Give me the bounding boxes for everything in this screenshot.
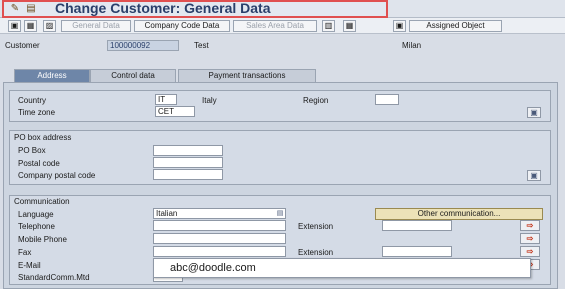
tab-control-data[interactable]: Control data — [90, 69, 176, 82]
mobile-phone-label: Mobile Phone — [18, 235, 67, 244]
language-label: Language — [18, 210, 54, 219]
email-field[interactable]: abc@doodle.com — [153, 258, 531, 278]
telephone-field[interactable] — [153, 220, 286, 231]
email-label: E-Mail — [18, 261, 41, 270]
detail-icon[interactable]: ▨ — [43, 20, 56, 32]
general-data-button[interactable]: General Data — [61, 20, 131, 32]
arrow-icon[interactable]: ⇨ — [520, 246, 540, 257]
region-field[interactable] — [375, 94, 399, 105]
assigned-object-button[interactable]: Assigned Object — [409, 20, 502, 32]
country-name: Italy — [202, 96, 217, 105]
country-label: Country — [18, 96, 47, 105]
sales-area-data-button[interactable]: Sales Area Data — [233, 20, 317, 32]
postal-code-field[interactable] — [153, 157, 223, 168]
save-icon[interactable]: ▣ — [8, 20, 21, 32]
mobile-phone-field[interactable] — [153, 233, 286, 244]
arrow-icon[interactable]: ⇨ — [520, 233, 540, 244]
country-field[interactable]: IT — [155, 94, 177, 105]
other-communication-button[interactable]: Other communication... — [375, 208, 543, 220]
customer-label: Customer — [5, 41, 40, 50]
other-object-icon[interactable]: ▤ — [24, 3, 38, 14]
page-title: Change Customer: General Data — [55, 0, 271, 16]
po-box-group-title: PO box address — [14, 133, 72, 142]
customer-city: Milan — [402, 41, 422, 50]
po-box-field[interactable] — [153, 145, 223, 156]
arrow-icon[interactable]: ⇨ — [520, 220, 540, 231]
additional-data-icon[interactable]: ▦ — [343, 20, 356, 32]
language-field[interactable]: Italian — [153, 208, 286, 219]
time-zone-label: Time zone — [18, 108, 56, 117]
company-postal-code-field[interactable] — [153, 169, 223, 180]
company-code-data-button[interactable]: Company Code Data — [134, 20, 230, 32]
select-icon[interactable]: ▤ — [275, 209, 285, 218]
tab-payment-transactions[interactable]: Payment transactions — [178, 69, 316, 82]
extension-label: Extension — [298, 222, 334, 231]
fax-extension-label: Extension — [298, 248, 334, 257]
company-postal-code-label: Company postal code — [18, 171, 96, 180]
customer-name: Test — [194, 41, 209, 50]
telephone-label: Telephone — [18, 222, 55, 231]
location-group — [9, 90, 551, 122]
fax-field[interactable] — [153, 246, 286, 257]
communication-group-title: Communication — [14, 197, 70, 206]
po-box-label: PO Box — [18, 146, 46, 155]
fax-label: Fax — [18, 248, 32, 257]
select-icon[interactable]: ▦ — [24, 20, 37, 32]
extension-field[interactable] — [382, 220, 452, 231]
detail-icon[interactable]: ▣ — [527, 107, 541, 118]
assigned-object-icon[interactable]: ▣ — [393, 20, 406, 32]
customer-number-field: 100000092 — [107, 40, 179, 51]
postal-code-label: Postal code — [18, 159, 60, 168]
display-change-icon[interactable]: ✎ — [8, 3, 22, 14]
time-zone-field[interactable]: CET — [155, 106, 195, 117]
detail-icon[interactable]: ▣ — [527, 170, 541, 181]
sales-area-icon[interactable]: ▥ — [322, 20, 335, 32]
region-label: Region — [303, 96, 329, 105]
standard-comm-method-label: StandardComm.Mtd — [18, 273, 90, 282]
tab-address[interactable]: Address — [14, 69, 90, 82]
fax-extension-field[interactable] — [382, 246, 452, 257]
